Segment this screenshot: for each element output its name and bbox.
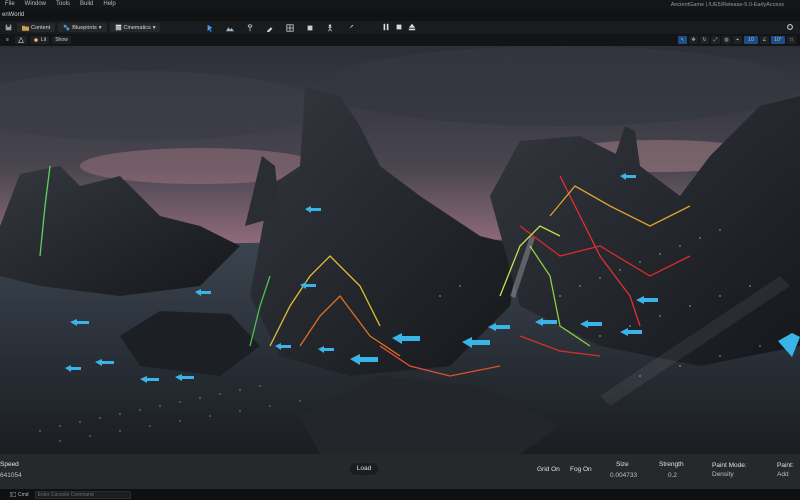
animation-icon[interactable]: [326, 23, 334, 32]
brush-icon[interactable]: [346, 24, 354, 32]
folder-icon: [22, 25, 29, 31]
scene-render: [0, 46, 800, 454]
settings-icon[interactable]: [786, 23, 794, 31]
paint-mode-value[interactable]: Density: [712, 471, 734, 478]
foliage-mode-icon[interactable]: [246, 23, 254, 32]
level-tab[interactable]: enWorld: [0, 9, 800, 21]
level-viewport[interactable]: [0, 46, 800, 454]
landscape-mode-icon[interactable]: [226, 24, 235, 32]
project-path: AncientGame | /UE5/Release-5.0-EarlyAcce…: [670, 1, 784, 8]
mesh-paint-icon[interactable]: [266, 24, 274, 32]
show-label: Show: [55, 37, 68, 43]
grid-snap-value: 10: [748, 37, 754, 43]
blueprint-icon: [63, 24, 70, 31]
lit-label: Lit: [40, 37, 47, 43]
world-space-icon[interactable]: ◍: [722, 36, 731, 44]
cmd-label: Cmd: [18, 491, 29, 498]
console-input[interactable]: Enter Console Command: [34, 490, 131, 499]
strength-label: Strength: [659, 461, 684, 468]
paint-tool-panel: Speed 641054 Load Grid On Fog On Size 0.…: [0, 454, 800, 489]
main-toolbar: Content Blueprints ▾ Cinematics ▾: [0, 21, 800, 34]
size-value[interactable]: 0.004733: [610, 472, 637, 479]
surface-snap-icon[interactable]: ⌖: [733, 36, 742, 44]
viewport-toolbar: ≡ Lit Show ↖ ✥ ↻ ⤢ ◍ ⌖ 10 ∠ 10° □: [0, 34, 800, 46]
select-tool-icon[interactable]: ↖: [678, 36, 687, 44]
grid-snap-button[interactable]: 10: [744, 36, 758, 44]
paint-label: Paint:: [777, 462, 794, 469]
cinematics-label: Cinematics: [123, 24, 151, 31]
transform-tools: ↖ ✥ ↻ ⤢ ◍ ⌖ 10 ∠ 10° □: [678, 36, 796, 44]
rotation-snap-value: 10°: [774, 37, 782, 43]
viewport-menu-button[interactable]: ≡: [3, 36, 12, 44]
perspective-icon: [18, 37, 24, 43]
menu-file[interactable]: File: [0, 0, 20, 9]
eject-icon[interactable]: [408, 23, 416, 33]
mode-tools: [200, 23, 360, 32]
content-label: Content: [31, 24, 51, 31]
sun-icon: [34, 38, 38, 42]
menu-bar: File Window Tools Build Help AncientGame…: [0, 0, 800, 9]
scale-tool-icon[interactable]: ⤢: [711, 36, 720, 44]
cmd-button[interactable]: Cmd: [10, 492, 29, 498]
perspective-button[interactable]: [14, 36, 27, 44]
cinematics-button[interactable]: Cinematics ▾: [109, 23, 161, 32]
blueprints-label: Blueprints: [72, 24, 97, 31]
blueprints-button[interactable]: Blueprints ▾: [58, 23, 107, 32]
strength-value[interactable]: 0.2: [668, 472, 677, 479]
terminal-icon: [10, 492, 16, 497]
grid-toggle[interactable]: Grid On: [537, 466, 560, 473]
show-button[interactable]: Show: [52, 36, 71, 44]
pause-icon[interactable]: [382, 23, 390, 33]
console-placeholder: Enter Console Command: [37, 491, 94, 498]
maximize-icon[interactable]: □: [787, 36, 796, 44]
menu-window[interactable]: Window: [20, 0, 51, 9]
rotation-snap-button[interactable]: 10°: [771, 36, 785, 44]
rotate-tool-icon[interactable]: ↻: [700, 36, 709, 44]
speed-label: Speed: [0, 461, 19, 468]
lit-button[interactable]: Lit: [29, 36, 50, 44]
content-button[interactable]: Content: [17, 23, 56, 32]
status-bar: Cmd Enter Console Command: [0, 489, 800, 500]
menu-help[interactable]: Help: [98, 0, 120, 9]
rotation-snap-icon[interactable]: ∠: [760, 36, 769, 44]
stop-icon[interactable]: [395, 23, 403, 33]
menu-tools[interactable]: Tools: [51, 0, 75, 9]
paint-value[interactable]: Add: [777, 471, 789, 478]
load-button[interactable]: Load: [350, 463, 378, 475]
chevron-down-icon: ▾: [98, 24, 102, 31]
menu-build[interactable]: Build: [75, 0, 98, 9]
move-tool-icon[interactable]: ✥: [689, 36, 698, 44]
fog-toggle[interactable]: Fog On: [570, 466, 592, 473]
size-label: Size: [616, 461, 629, 468]
level-name: enWorld: [2, 12, 25, 18]
save-icon: [5, 24, 12, 31]
play-controls: [382, 23, 416, 33]
save-button[interactable]: [3, 23, 14, 32]
hamburger-icon: ≡: [6, 37, 9, 43]
chevron-down-icon: ▾: [152, 24, 156, 31]
fracture-icon[interactable]: [286, 23, 295, 32]
speed-value: 641054: [0, 472, 22, 479]
modeling-icon[interactable]: [306, 24, 314, 32]
paint-mode-label: Paint Mode:: [712, 462, 747, 469]
clapper-icon: [115, 24, 121, 31]
select-mode-icon[interactable]: [206, 24, 214, 32]
